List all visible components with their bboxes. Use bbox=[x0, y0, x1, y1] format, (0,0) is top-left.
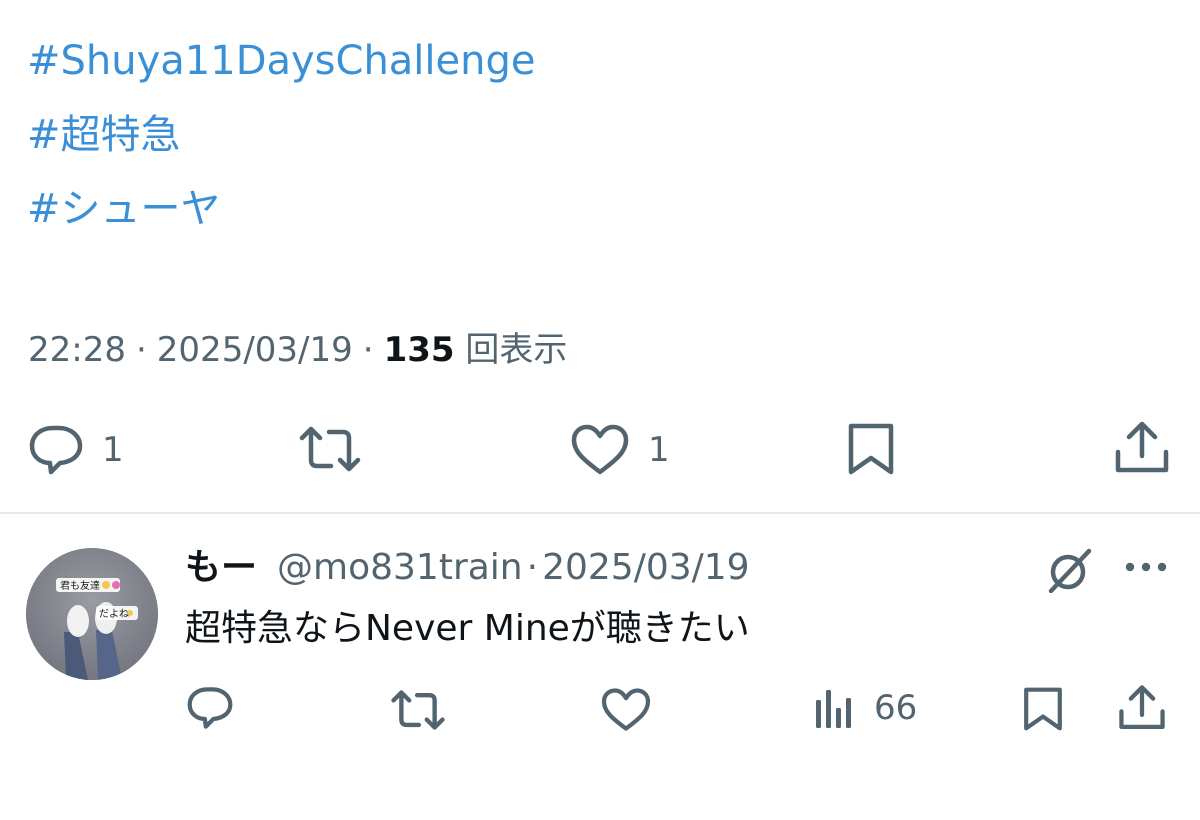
meta-separator: · bbox=[526, 547, 539, 588]
tweet-date[interactable]: 2025/03/19 bbox=[157, 330, 353, 370]
reply-icon bbox=[29, 425, 83, 475]
like-count: 1 bbox=[648, 430, 670, 470]
divider bbox=[0, 512, 1200, 514]
reply-button[interactable] bbox=[186, 686, 234, 730]
retweet-icon bbox=[299, 426, 361, 472]
avatar-photo: 君も友達 だよね bbox=[26, 548, 158, 680]
views-button[interactable]: 66 bbox=[814, 686, 917, 730]
user-handle[interactable]: @mo831train bbox=[277, 547, 523, 588]
more-icon[interactable] bbox=[1124, 560, 1168, 574]
hashtag-link[interactable]: #超特急 bbox=[27, 111, 181, 159]
share-button[interactable] bbox=[1118, 684, 1166, 732]
reply-button[interactable]: 1 bbox=[28, 424, 124, 476]
bookmark-button[interactable] bbox=[1022, 686, 1064, 732]
reply-text: 超特急ならNever Mineが聴きたい bbox=[185, 608, 750, 649]
like-button[interactable]: 1 bbox=[570, 424, 670, 476]
bookmark-icon bbox=[1024, 687, 1062, 731]
tweet-meta: 22:28 · 2025/03/19 · 135 回表示 bbox=[28, 328, 567, 372]
bookmark-button[interactable] bbox=[846, 422, 896, 476]
tweet-time[interactable]: 22:28 bbox=[28, 330, 126, 370]
avatar-sticker-text: だよね bbox=[99, 608, 129, 620]
bookmark-icon bbox=[848, 423, 894, 475]
avatar-sticker-text: 君も友達 bbox=[60, 579, 100, 592]
share-icon bbox=[1115, 421, 1169, 473]
views-icon bbox=[816, 690, 851, 728]
views-count[interactable]: 135 bbox=[384, 330, 455, 370]
share-button[interactable] bbox=[1114, 420, 1170, 476]
meta-separator: · bbox=[362, 330, 374, 370]
like-icon bbox=[571, 424, 629, 475]
like-button[interactable] bbox=[600, 688, 652, 732]
share-icon bbox=[1119, 685, 1165, 729]
retweet-icon bbox=[391, 690, 445, 730]
display-name[interactable]: もー bbox=[185, 547, 257, 588]
reply-count: 1 bbox=[102, 430, 124, 470]
meta-separator: · bbox=[135, 330, 147, 370]
views-label: 回表示 bbox=[465, 330, 568, 370]
retweet-button[interactable] bbox=[390, 688, 446, 732]
hashtag-link[interactable]: #Shuya11DaysChallenge bbox=[27, 37, 536, 85]
reply-icon bbox=[187, 687, 233, 729]
grok-icon[interactable] bbox=[1047, 547, 1093, 593]
reply-header: もー @mo831train · 2025/03/19 bbox=[185, 544, 750, 592]
like-icon bbox=[601, 688, 651, 731]
views-count: 66 bbox=[874, 688, 918, 728]
hashtag-link[interactable]: #シューヤ bbox=[27, 185, 221, 233]
reply-date[interactable]: 2025/03/19 bbox=[542, 547, 750, 588]
avatar[interactable]: 君も友達 だよね bbox=[26, 548, 158, 680]
tweet-detail-page: #Shuya11DaysChallenge #超特急 #シューヤ 22:28 · 2… bbox=[0, 0, 1200, 820]
retweet-button[interactable] bbox=[298, 424, 362, 474]
